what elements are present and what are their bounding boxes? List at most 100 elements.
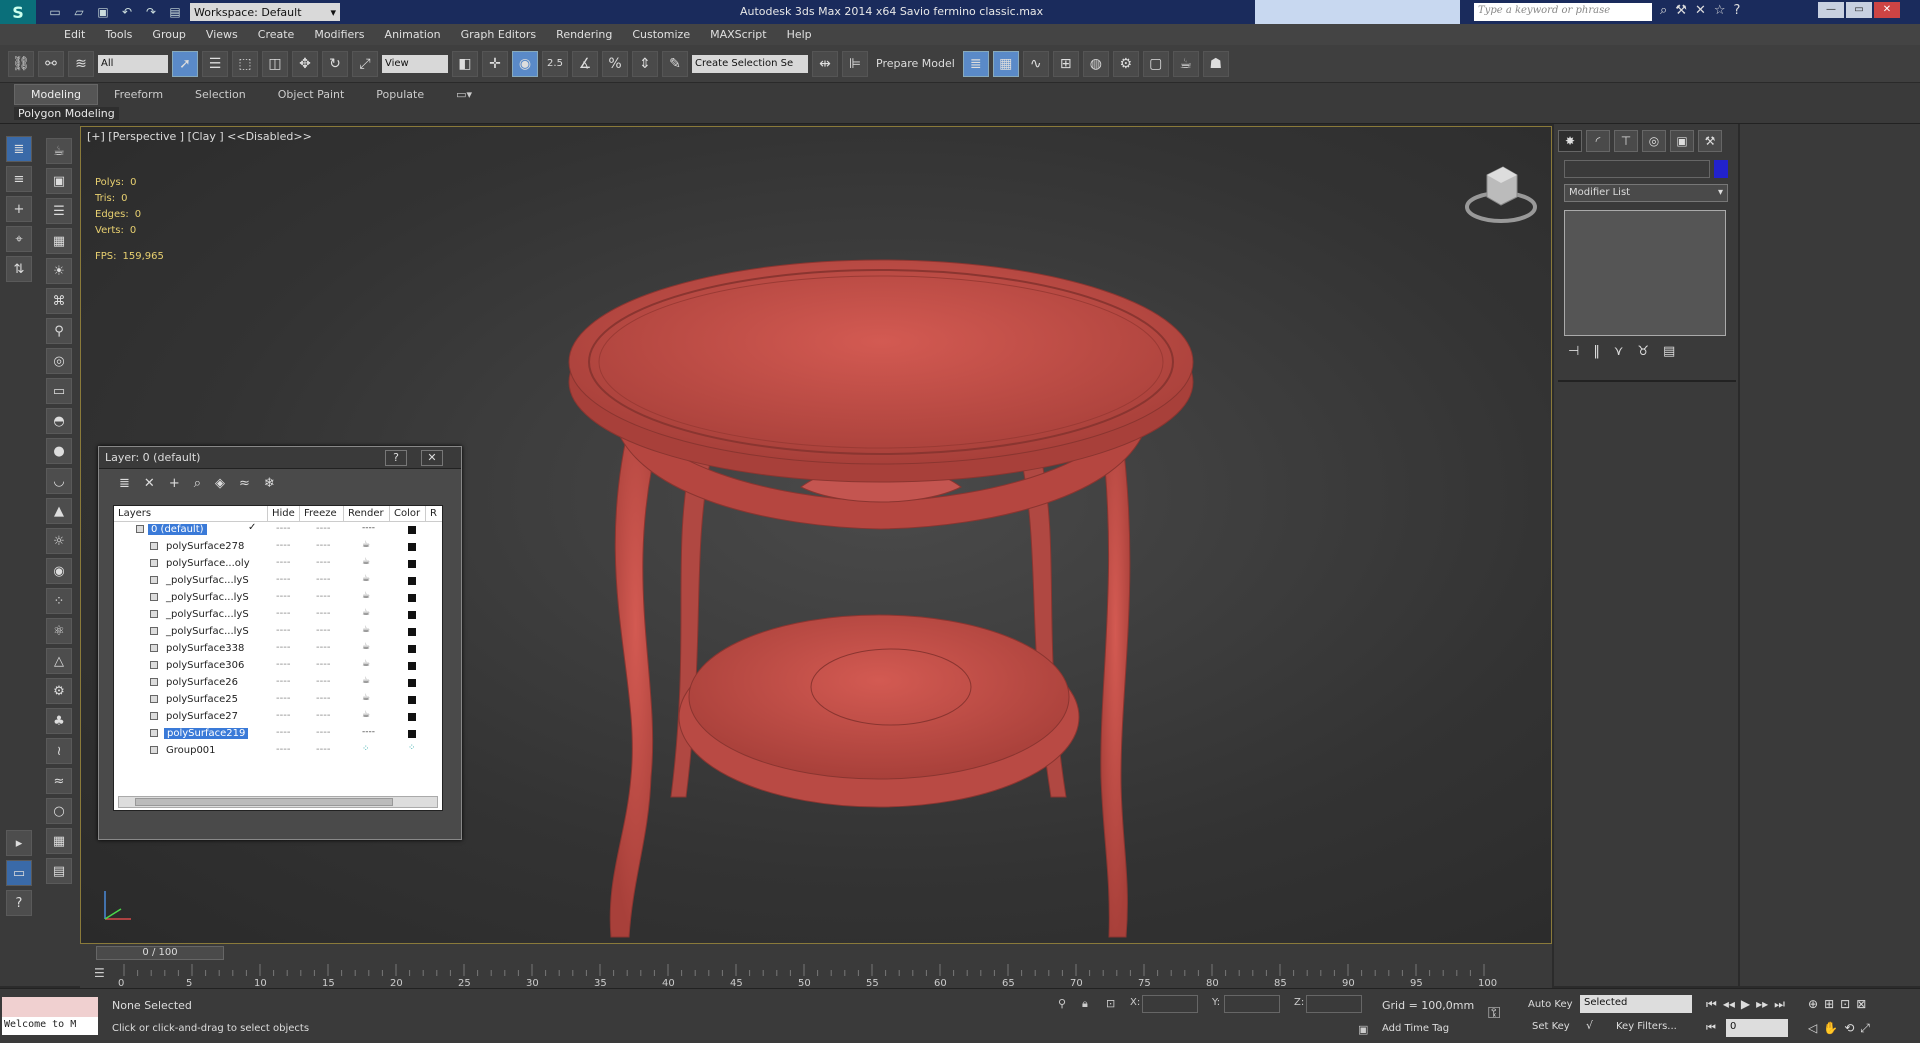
table-row[interactable]: Group001 ---- ---- ⁘ ⁘ — [114, 743, 442, 760]
viewport-layout-icon[interactable]: ▭ — [6, 860, 32, 886]
teapot-icon[interactable]: ☕ — [362, 608, 370, 618]
selection-filter-dropdown[interactable]: All — [98, 54, 168, 73]
key-mode-dropdown[interactable]: Selected — [1580, 995, 1692, 1013]
create-layer-icon[interactable]: ≣ — [119, 476, 130, 491]
teapot-icon[interactable]: ☕ — [46, 138, 72, 164]
star-icon[interactable]: ☆ — [1714, 3, 1726, 18]
show-end-result-icon[interactable]: ‖ — [1593, 344, 1600, 359]
teapot-icon[interactable]: ☕ — [362, 574, 370, 584]
project-folder-icon[interactable]: ▤ — [166, 4, 184, 20]
menu-edit[interactable]: Edit — [54, 28, 95, 41]
maximize-button[interactable]: ▭ — [1846, 2, 1872, 18]
sort-icon[interactable]: ⇅ — [6, 256, 32, 282]
auto-key-button[interactable]: Auto Key — [1528, 999, 1573, 1010]
track-bar[interactable]: ☰ 0 5 10 15 20 25 30 35 40 45 50 55 60 6… — [80, 962, 1552, 989]
rect-selection-icon[interactable]: ⬚ — [232, 50, 258, 77]
tab-populate[interactable]: Populate — [360, 85, 440, 104]
table-row[interactable]: _polySurfac...lyS ---- ---- ☕ — [114, 573, 442, 590]
schematic-view-icon[interactable]: ⊞ — [1052, 50, 1079, 77]
layer-horizontal-scrollbar[interactable] — [118, 796, 438, 808]
menu-rendering[interactable]: Rendering — [546, 28, 622, 41]
teapot-icon[interactable]: ☕ — [362, 710, 370, 720]
box-icon[interactable]: ▭ — [46, 378, 72, 404]
prepare-model-label[interactable]: Prepare Model — [872, 57, 959, 70]
freeze-toggle[interactable]: ---- — [316, 574, 330, 585]
window-crossing-icon[interactable]: ◫ — [262, 50, 288, 77]
pyramid-icon[interactable]: △ — [46, 648, 72, 674]
layer-row-default[interactable]: 0 (default) ✓ ---- ---- ---- — [114, 522, 442, 539]
binoculars-icon[interactable]: ⌕ — [1660, 3, 1667, 18]
go-to-start-icon[interactable]: ⏮ — [1706, 997, 1717, 1012]
table-row[interactable]: polySurface25 ---- ---- ☕ — [114, 692, 442, 709]
menu-create[interactable]: Create — [248, 28, 305, 41]
minimize-button[interactable]: — — [1818, 2, 1844, 18]
hide-toggle[interactable]: ---- — [276, 540, 290, 551]
object-name-field[interactable] — [1564, 160, 1710, 178]
wave-icon[interactable]: ≈ — [46, 768, 72, 794]
hide-toggle[interactable]: ---- — [276, 625, 290, 636]
render-toggle[interactable]: ---- — [362, 727, 375, 737]
key-icon[interactable]: ⚿ — [1488, 1003, 1500, 1023]
color-swatch[interactable] — [408, 560, 416, 568]
pin-stack-icon[interactable]: ⊣ — [1568, 344, 1579, 359]
freeze-toggle[interactable]: ---- — [316, 523, 330, 534]
freeze-toggle[interactable]: ---- — [316, 642, 330, 653]
close-button[interactable]: ✕ — [1874, 2, 1900, 18]
grid-icon[interactable]: ▦ — [46, 828, 72, 854]
col-radiosity[interactable]: R — [426, 506, 440, 521]
color-swatch[interactable] — [408, 543, 416, 551]
dome-icon[interactable]: ◓ — [46, 408, 72, 434]
orbit-icon[interactable]: ⟲ — [1844, 1021, 1854, 1036]
teapot-icon[interactable]: ☕ — [362, 676, 370, 686]
modify-tab-icon[interactable]: ◜ — [1586, 130, 1610, 152]
save-icon[interactable]: ▣ — [94, 4, 112, 20]
pan-hand-icon[interactable]: ✋ — [1823, 1021, 1838, 1036]
snaps-toggle-icon[interactable]: 2.5 — [542, 50, 568, 77]
layer-dialog-header[interactable]: Layer: 0 (default) ? ✕ — [99, 447, 461, 469]
color-swatch[interactable] — [408, 696, 416, 704]
transform-mode-icon[interactable]: ⊡ — [1106, 997, 1115, 1010]
freeze-toggle[interactable]: ---- — [316, 659, 330, 670]
time-tag-icon[interactable]: ▣ — [1358, 1023, 1368, 1036]
mirror-icon[interactable]: ⇹ — [812, 50, 838, 77]
maxscript-listener-mini[interactable] — [2, 997, 98, 1019]
table-row[interactable]: _polySurfac...lyS ---- ---- ☕ — [114, 607, 442, 624]
hide-toggle[interactable]: ---- — [276, 710, 290, 721]
particles-icon[interactable]: ⁘ — [46, 588, 72, 614]
teapot-icon[interactable]: ☕ — [362, 557, 370, 567]
material-editor-icon[interactable]: ◍ — [1082, 50, 1109, 77]
select-object-icon[interactable]: ➚ — [172, 50, 198, 77]
play-icon[interactable]: ▶ — [1741, 997, 1750, 1012]
table-row[interactable]: polySurface306 ---- ---- ☕ — [114, 658, 442, 675]
table-row[interactable]: polySurface278 ---- ---- ☕ — [114, 539, 442, 556]
bowl-icon[interactable]: ◡ — [46, 468, 72, 494]
viewcube-icon[interactable] — [1461, 157, 1541, 230]
scale-icon[interactable]: ⤢ — [352, 50, 378, 77]
color-swatch[interactable] — [408, 594, 416, 602]
scrollbar-thumb[interactable] — [135, 798, 393, 806]
col-freeze[interactable]: Freeze — [300, 506, 344, 521]
camera-icon[interactable]: ⌘ — [46, 288, 72, 314]
utilities-tab-icon[interactable]: ⚒ — [1698, 130, 1722, 152]
welcome-text[interactable]: Welcome to M — [2, 1017, 98, 1035]
rotate-icon[interactable]: ↻ — [322, 50, 348, 77]
list-icon[interactable]: ☰ — [46, 198, 72, 224]
menu-views[interactable]: Views — [196, 28, 248, 41]
color-swatch[interactable] — [408, 628, 416, 636]
hide-toggle[interactable]: ---- — [276, 727, 290, 738]
tab-selection[interactable]: Selection — [179, 85, 262, 104]
app-logo-icon[interactable]: S — [0, 0, 36, 24]
add-time-tag[interactable]: Add Time Tag — [1382, 1023, 1449, 1034]
hide-toggle[interactable]: ---- — [276, 642, 290, 653]
table-row[interactable]: polySurface26 ---- ---- ☕ — [114, 675, 442, 692]
teapot-icon[interactable]: ☕ — [362, 693, 370, 703]
x-icon[interactable]: ✕ — [1695, 3, 1706, 18]
polygon-modeling-panel[interactable]: Polygon Modeling — [14, 107, 119, 120]
menu-graph-editors[interactable]: Graph Editors — [451, 28, 547, 41]
menu-maxscript[interactable]: MAXScript — [700, 28, 776, 41]
go-to-end-icon[interactable]: ⏭ — [1774, 997, 1785, 1012]
select-objects-icon[interactable]: ⌕ — [194, 476, 201, 491]
curve-editor-icon[interactable]: ∿ — [1022, 50, 1049, 77]
color-swatch[interactable] — [408, 679, 416, 687]
hide-toggle[interactable]: ---- — [276, 676, 290, 687]
